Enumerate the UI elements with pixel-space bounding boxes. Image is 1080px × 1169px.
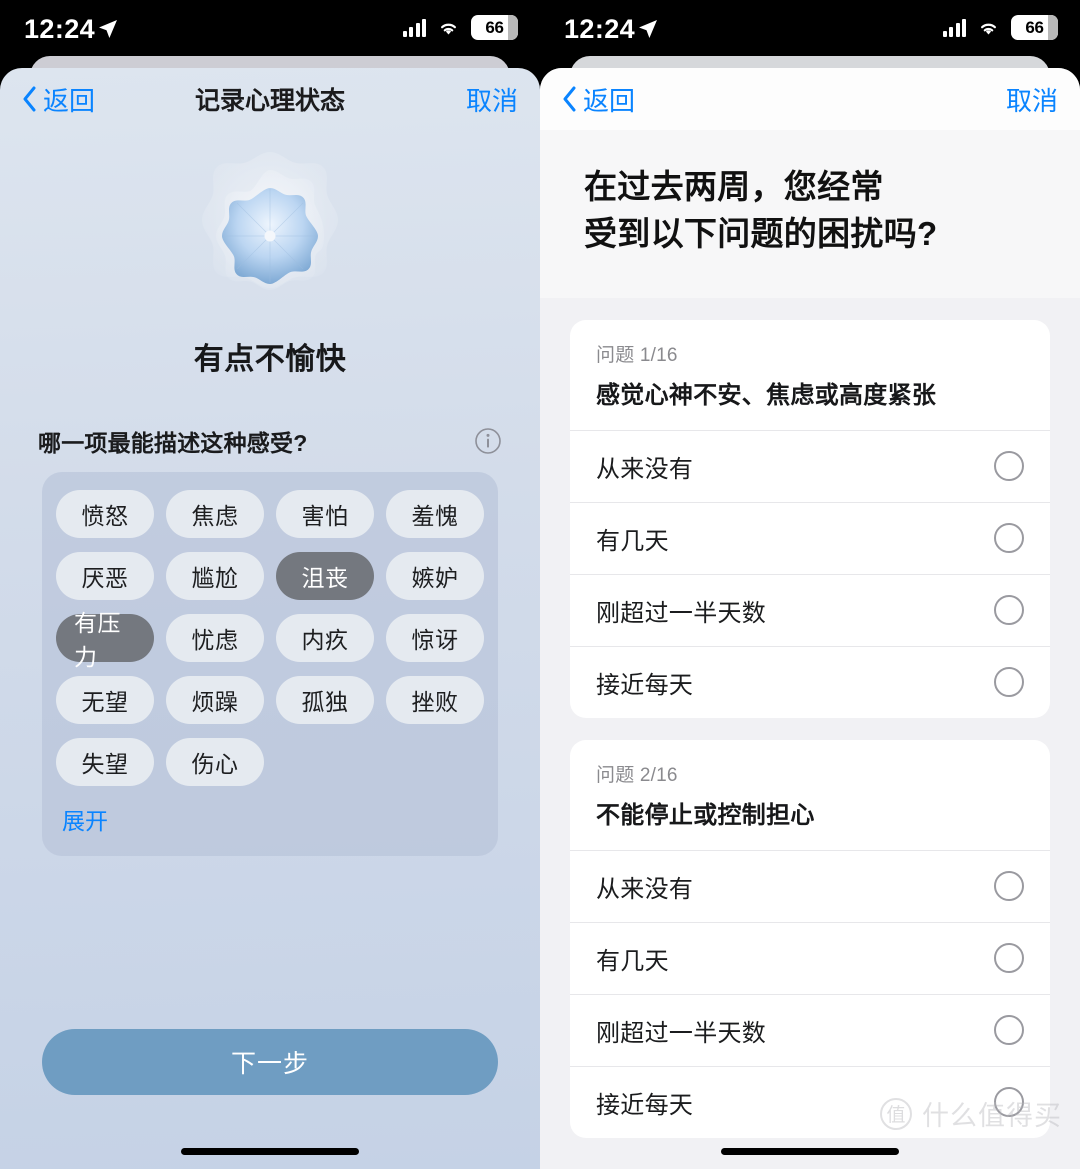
question-card: 问题 2/16 不能停止或控制担心 从来没有有几天刚超过一半天数 接近每天 — [570, 739, 1050, 1138]
emotion-chip[interactable]: 孤独 — [276, 676, 374, 724]
watermark-logo: 值 — [880, 1097, 912, 1130]
next-button[interactable]: 下一步 — [42, 1029, 498, 1095]
wifi-icon — [981, 23, 996, 34]
answer-option[interactable]: 从来没有 — [570, 849, 1050, 922]
emotion-chip-row: 失望 伤心 — [56, 738, 484, 786]
radio-button-icon[interactable] — [994, 943, 1024, 974]
status-bar-right: 12:24 66 — [540, 0, 1080, 58]
radio-button-icon[interactable] — [994, 871, 1024, 902]
home-indicator — [181, 1148, 359, 1155]
status-indicators: 66 — [402, 15, 518, 40]
answer-option-label: 从来没有 — [596, 875, 694, 903]
emotion-chip-row: 有压力 忧虑 内疚 惊讶 — [56, 610, 484, 670]
info-circle-icon[interactable] — [474, 427, 502, 455]
question-title: 感觉心神不安、焦虑或高度紧张 — [596, 381, 937, 409]
emotion-chip[interactable]: 惊讶 — [386, 614, 484, 662]
answer-option[interactable]: 有几天 — [570, 921, 1050, 994]
mood-flower-icon — [202, 152, 338, 290]
question-title: 不能停止或控制担心 — [596, 801, 815, 829]
question-card-header: 问题 2/16 不能停止或控制担心 — [570, 740, 1050, 850]
battery-indicator: 66 — [471, 15, 518, 40]
answer-option[interactable]: 接近每天 — [570, 645, 1050, 718]
emotion-question-text: 哪一项最能描述这种感受? — [38, 430, 308, 456]
answer-option-label: 有几天 — [596, 947, 669, 975]
questionnaire-sheet: 返回 取消 在过去两周，您经常 受到以下问题的困扰吗? 问题 1/16 感觉心神不安… — [540, 68, 1080, 1169]
cellular-signal-icon — [402, 18, 426, 37]
question-card-header: 问题 1/16 感觉心神不安、焦虑或高度紧张 — [570, 320, 1050, 430]
cancel-button[interactable]: 取消 — [1006, 81, 1058, 118]
watermark: 值 什么值得买 — [880, 1094, 1062, 1133]
back-button-label: 返回 — [583, 85, 636, 116]
watermark-text: 什么值得买 — [922, 1101, 1062, 1131]
radio-button-icon[interactable] — [994, 667, 1024, 698]
location-arrow-icon — [639, 20, 657, 38]
radio-button-icon[interactable] — [994, 1015, 1024, 1046]
radio-button-icon[interactable] — [994, 523, 1024, 554]
emotion-chip[interactable]: 内疚 — [276, 614, 374, 662]
answer-option-label: 有几天 — [596, 527, 669, 555]
emotion-chip[interactable]: 厌恶 — [56, 552, 154, 600]
emotion-chip[interactable]: 害怕 — [276, 490, 374, 538]
emotion-chip-row: 愤怒 焦虑 害怕 羞愧 — [56, 490, 484, 538]
answer-option-label: 刚超过一半天数 — [596, 599, 767, 627]
emotion-chip[interactable]: 尴尬 — [166, 552, 264, 600]
emotion-chip-row: 厌恶 尴尬 沮丧 嫉妒 — [56, 552, 484, 600]
location-arrow-icon — [99, 20, 117, 38]
answer-option[interactable]: 有几天 — [570, 501, 1050, 574]
status-indicators: 66 — [942, 15, 1058, 40]
battery-percent: 66 — [1025, 17, 1044, 37]
chevron-left-icon — [23, 86, 36, 112]
radio-button-icon[interactable] — [994, 595, 1024, 626]
answer-option[interactable]: 刚超过一半天数 — [570, 993, 1050, 1066]
left-phone-screen: 12:24 66 返回 记录心理状态 取消 有点不愉快 哪一项最能描述这种感受?… — [0, 0, 540, 1169]
status-time: 12:24 — [24, 14, 96, 44]
question-counter: 问题 1/16 — [596, 344, 678, 366]
answer-option-label: 刚超过一半天数 — [596, 1019, 767, 1047]
emotion-chip[interactable]: 有压力 — [56, 610, 154, 670]
cancel-button[interactable]: 取消 — [466, 81, 518, 118]
emotion-chip-row: 无望 烦躁 孤独 挫败 — [56, 676, 484, 724]
emotion-chip[interactable]: 沮丧 — [276, 552, 374, 600]
emotion-chip[interactable]: 失望 — [56, 738, 154, 786]
back-button[interactable]: 返回 — [22, 81, 95, 118]
questionnaire-scroll-area[interactable]: 在过去两周，您经常 受到以下问题的困扰吗? 问题 1/16 感觉心神不安、焦虑或高度… — [540, 130, 1080, 1169]
cellular-signal-icon — [942, 18, 966, 37]
navigation-bar-right: 返回 取消 — [540, 68, 1080, 130]
answer-option-label: 从来没有 — [596, 455, 694, 483]
questionnaire-header: 在过去两周，您经常 受到以下问题的困扰吗? — [540, 130, 1080, 298]
emotion-chip[interactable]: 烦躁 — [166, 676, 264, 724]
home-indicator — [721, 1148, 899, 1155]
battery-indicator: 66 — [1011, 15, 1058, 40]
battery-percent: 66 — [485, 17, 504, 37]
questionnaire-heading: 在过去两周，您经常 受到以下问题的困扰吗? — [584, 168, 938, 252]
mood-label: 有点不愉快 — [193, 343, 347, 376]
emotion-chip[interactable]: 挫败 — [386, 676, 484, 724]
emotion-question-row: 哪一项最能描述这种感受? — [30, 424, 510, 458]
emotion-chip[interactable]: 伤心 — [166, 738, 264, 786]
emotion-chip[interactable]: 忧虑 — [166, 614, 264, 662]
emotion-chip[interactable]: 无望 — [56, 676, 154, 724]
question-card: 问题 1/16 感觉心神不安、焦虑或高度紧张 从来没有有几天刚超过一半天数 接近每天 — [570, 319, 1050, 718]
answer-option[interactable]: 刚超过一半天数 — [570, 573, 1050, 646]
emotion-chip[interactable]: 焦虑 — [166, 490, 264, 538]
status-time: 12:24 — [564, 14, 636, 44]
answer-option-label: 接近每天 — [596, 671, 694, 699]
expand-link[interactable]: 展开 — [56, 800, 484, 846]
wifi-icon — [441, 23, 456, 34]
emotion-chip[interactable]: 嫉妒 — [386, 552, 484, 600]
emotion-chip-container: 愤怒 焦虑 害怕 羞愧 厌恶 尴尬 沮丧 嫉妒 有压力 忧虑 内疚 惊讶 无望 烦躁 孤独 挫败 失望 伤心 展开 — [42, 472, 498, 856]
chevron-left-icon — [563, 86, 576, 112]
back-button-label: 返回 — [43, 85, 96, 116]
answer-option[interactable]: 从来没有 — [570, 429, 1050, 502]
radio-button-icon[interactable] — [994, 451, 1024, 482]
mood-logging-sheet: 返回 记录心理状态 取消 有点不愉快 哪一项最能描述这种感受? 愤怒 焦虑 害怕… — [0, 68, 540, 1169]
right-phone-screen: 12:24 66 返回 取消 在过去两周，您经常 受到以下问题的困扰吗? 问题 … — [540, 0, 1080, 1169]
question-counter: 问题 2/16 — [596, 764, 678, 786]
emotion-chip[interactable]: 羞愧 — [386, 490, 484, 538]
back-button[interactable]: 返回 — [562, 81, 635, 118]
emotion-chip[interactable]: 愤怒 — [56, 490, 154, 538]
status-bar-left: 12:24 66 — [0, 0, 540, 58]
navigation-bar-left: 返回 记录心理状态 取消 — [0, 68, 540, 130]
answer-option-label: 接近每天 — [596, 1091, 694, 1119]
